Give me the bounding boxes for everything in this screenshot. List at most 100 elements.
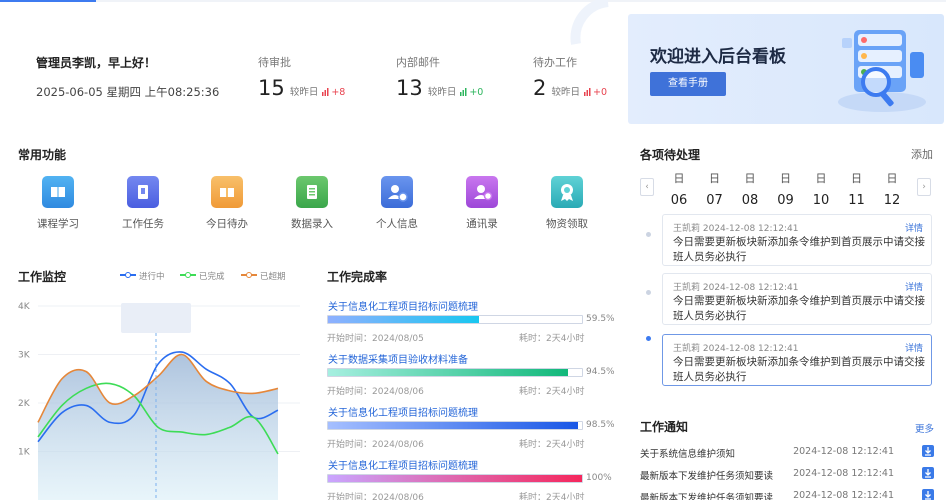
func-work-task[interactable]: 工作任务 xyxy=(103,176,183,231)
stat-value: 13 xyxy=(396,76,423,100)
view-manual-button[interactable]: 查看手册 xyxy=(650,72,726,96)
functions-title: 常用功能 xyxy=(18,148,67,162)
card-author-time: 王凯莉 2024-12-08 12:12:41 xyxy=(673,224,799,234)
task-title-link[interactable]: 关于信息化工程项目招标问题梳理 xyxy=(328,404,478,419)
notice-title: 最新版本下发维护任务须知要读 xyxy=(640,493,774,500)
card-detail-link[interactable]: 详情 xyxy=(905,341,923,354)
pending-title: 各项待处理 xyxy=(640,148,701,162)
award-icon xyxy=(551,176,583,208)
notice-item[interactable]: 关于系统信息维护须知 2024-12-08 12:12:41 xyxy=(640,445,936,460)
task-percent: 100% xyxy=(586,473,612,483)
func-label: 数据录入 xyxy=(291,218,333,230)
task-duration: 耗时：2天4小时 xyxy=(519,493,585,500)
card-message: 今日需要更新板块新添加条令维护到首页展示中请交接班人员务必执行 xyxy=(673,236,925,263)
y-tick-label: 1K xyxy=(18,448,31,458)
day-number: 06 xyxy=(670,193,688,208)
task-percent: 98.5% xyxy=(586,420,615,430)
task-title-link[interactable]: 关于信息化工程项目招标问题梳理 xyxy=(328,457,478,472)
notice-title: 工作通知 xyxy=(640,420,689,434)
notice-title: 最新版本下发维护任务须知要读 xyxy=(640,471,774,482)
timeline-dot xyxy=(646,232,651,237)
task-duration: 耗时：2天4小时 xyxy=(519,440,585,450)
calendar-day[interactable]: 日 09 xyxy=(768,170,804,208)
func-label: 个人信息 xyxy=(376,218,418,230)
stat-approval[interactable]: 待审批 15 较昨日 +8 xyxy=(258,54,345,100)
work-monitor-chart: 4K 3K 2K 1K xyxy=(18,302,300,500)
task-start-time: 开始时间：2024/08/05 xyxy=(327,334,424,344)
stat-compare-label: 较昨日 xyxy=(289,87,319,98)
task-progress-fill xyxy=(328,475,582,482)
book-icon xyxy=(42,176,74,208)
day-weekday: 日 xyxy=(886,172,898,185)
stat-value: 2 xyxy=(533,76,547,100)
task-progress-bar xyxy=(327,474,583,483)
download-icon[interactable] xyxy=(922,467,934,479)
notice-item[interactable]: 最新版本下发维护任务须知要读 2024-12-08 12:12:41 xyxy=(640,489,936,500)
calendar-day[interactable]: 日 07 xyxy=(697,170,733,208)
calendar-day[interactable]: 日 08 xyxy=(732,170,768,208)
trend-bars-icon xyxy=(460,88,467,96)
pending-card[interactable]: 王凯莉 2024-12-08 12:12:41 详情 今日需要更新板块新添加条令… xyxy=(662,214,932,266)
download-icon[interactable] xyxy=(922,445,934,457)
notice-time: 2024-12-08 12:12:41 xyxy=(793,446,894,457)
task-title-link[interactable]: 关于信息化工程项目招标问题梳理 xyxy=(328,298,478,313)
profile-icon xyxy=(381,176,413,208)
task-start-time: 开始时间：2024/08/06 xyxy=(327,440,424,450)
calendar-day[interactable]: 日 11 xyxy=(839,170,875,208)
task-title-link[interactable]: 关于数据采集项目验收材料准备 xyxy=(328,351,468,366)
task-progress-bar xyxy=(327,421,583,430)
notice-item[interactable]: 最新版本下发维护任务须知要读 2024-12-08 12:12:41 xyxy=(640,467,936,482)
func-data-entry[interactable]: 数据录入 xyxy=(272,176,352,231)
task-progress-bar xyxy=(327,315,583,324)
calendar-day[interactable]: 日 12 xyxy=(874,170,910,208)
notice-title: 关于系统信息维护须知 xyxy=(640,449,736,460)
func-label: 通讯录 xyxy=(466,218,498,230)
card-message: 今日需要更新板块新添加条令维护到首页展示中请交接班人员务必执行 xyxy=(673,295,925,322)
card-detail-link[interactable]: 详情 xyxy=(905,280,923,293)
stat-todo-work[interactable]: 待办工作 2 较昨日 +0 xyxy=(533,54,607,100)
card-detail-link[interactable]: 详情 xyxy=(905,221,923,234)
calendar-day[interactable]: 日 10 xyxy=(803,170,839,208)
pending-card[interactable]: 王凯莉 2024-12-08 12:12:41 详情 今日需要更新板块新添加条令… xyxy=(662,273,932,325)
completion-title: 工作完成率 xyxy=(327,270,388,284)
timeline-dot-active xyxy=(646,336,651,341)
add-link[interactable]: 添加 xyxy=(911,146,933,162)
func-label: 今日待办 xyxy=(206,218,248,230)
day-weekday: 日 xyxy=(744,172,756,185)
func-course-study[interactable]: 课程学习 xyxy=(18,176,98,231)
pending-card[interactable]: 王凯莉 2024-12-08 12:12:41 详情 今日需要更新板块新添加条令… xyxy=(662,334,932,386)
legend-label: 进行中 xyxy=(139,272,165,282)
stat-label: 内部邮件 xyxy=(396,56,440,69)
day-number: 09 xyxy=(777,193,794,208)
notice-time: 2024-12-08 12:12:41 xyxy=(793,468,894,479)
chevron-left-icon: ‹ xyxy=(645,182,649,192)
legend-in-progress[interactable]: 进行中 xyxy=(120,270,165,282)
func-personal-info[interactable]: 个人信息 xyxy=(357,176,437,231)
day-number: 08 xyxy=(741,193,759,208)
y-tick-label: 3K xyxy=(18,351,31,361)
day-weekday: 日 xyxy=(780,172,791,185)
y-tick-label: 2K xyxy=(18,399,31,409)
current-datetime: 2025-06-05 星期四 上午08:25:36 xyxy=(36,85,220,99)
calendar-day[interactable]: 日 06 xyxy=(661,170,697,208)
func-supplies[interactable]: 物资领取 xyxy=(527,176,607,231)
func-today-todo[interactable]: 今日待办 xyxy=(187,176,267,231)
top-divider xyxy=(0,0,946,2)
prev-week-button[interactable]: ‹ xyxy=(640,178,654,196)
more-link[interactable]: 更多 xyxy=(915,421,934,435)
task-percent: 94.5% xyxy=(586,367,615,377)
legend-completed[interactable]: 已完成 xyxy=(180,270,225,282)
task-duration: 耗时：2天4小时 xyxy=(519,387,585,397)
data-entry-icon xyxy=(296,176,328,208)
stat-delta: +0 xyxy=(592,87,607,98)
card-author-time: 王凯莉 2024-12-08 12:12:41 xyxy=(673,344,799,354)
download-icon[interactable] xyxy=(922,489,934,500)
task-progress-fill xyxy=(328,316,480,323)
banner-title: 欢迎进入后台看板 xyxy=(650,47,786,67)
next-week-button[interactable]: › xyxy=(917,178,931,196)
legend-overdue[interactable]: 已超期 xyxy=(241,270,286,282)
stat-internal-mail[interactable]: 内部邮件 13 较昨日 +0 xyxy=(396,54,483,100)
func-contacts[interactable]: 通讯录 xyxy=(442,176,522,231)
trend-bars-icon xyxy=(322,88,329,96)
stat-delta: +0 xyxy=(469,87,484,98)
